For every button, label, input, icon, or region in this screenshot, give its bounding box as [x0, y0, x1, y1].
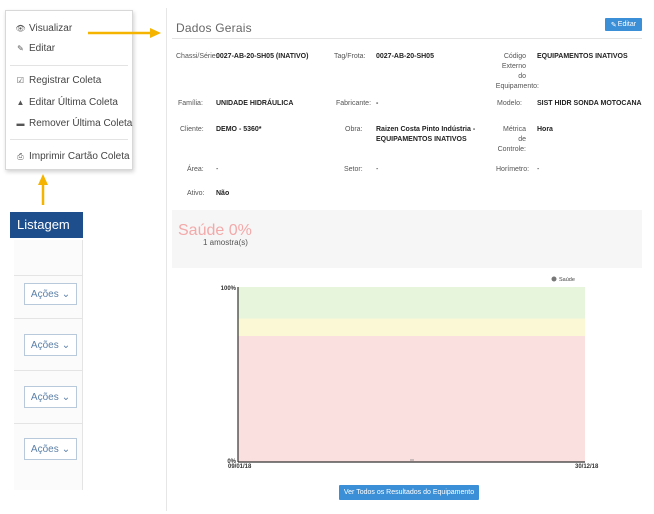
- horimetro-value: -: [537, 166, 540, 173]
- chart-legend-label: Saúde: [559, 277, 575, 283]
- familia-label: Família:: [178, 100, 203, 107]
- print-icon: ⎙: [17, 151, 24, 161]
- listagem-header: Listagem: [10, 212, 83, 238]
- acoes-button[interactable]: Ações ⌄: [24, 438, 77, 460]
- menu-item-remover-ultima-coleta[interactable]: ▬ Remover Última Coleta: [16, 118, 133, 129]
- edit-button-label: Editar: [617, 21, 637, 28]
- edit-icon: ✎: [17, 44, 24, 53]
- chassi-label: Chassi/Série:: [176, 53, 218, 60]
- saude-sample-count: 1 amostra(s): [203, 238, 248, 247]
- eye-icon: 👁: [15, 24, 26, 33]
- horimetro-label: Horímetro:: [496, 166, 530, 173]
- edit-button[interactable]: ✎ Editar: [605, 18, 642, 31]
- menu-item-label: Editar: [29, 43, 56, 54]
- cliente-value: DEMO - 5360*: [216, 126, 262, 133]
- acoes-button[interactable]: Ações ⌄: [24, 386, 77, 408]
- cliente-label: Cliente:: [180, 126, 204, 133]
- acoes-button[interactable]: Ações ⌄: [24, 283, 77, 305]
- menu-item-registrar-coleta[interactable]: ☑ Registrar Coleta: [16, 75, 101, 86]
- menu-item-label: Registrar Coleta: [29, 75, 102, 86]
- ver-todos-resultados-button[interactable]: Ver Todos os Resultados do Equipamento: [339, 485, 479, 500]
- edit-icon: ✎: [610, 21, 617, 29]
- obra-value: Raizen Costa Pinto Indústria - EQUIPAMEN…: [376, 126, 476, 143]
- arrow-head-right: [150, 28, 161, 38]
- minus-square-icon: ▬: [16, 119, 25, 128]
- menu-item-label: Editar Última Coleta: [29, 97, 118, 108]
- saude-chart: 100%0%09/01/18 30/12/18Saúde: [221, 276, 599, 470]
- chevron-down-icon: ⌄: [61, 339, 71, 351]
- fabricante-value: -: [376, 100, 379, 107]
- chevron-down-icon: ⌄: [61, 288, 71, 300]
- acoes-label: Ações: [30, 391, 59, 403]
- setor-value: -: [376, 166, 379, 173]
- chart-legend-marker: [551, 276, 557, 282]
- menu-item-label: Remover Última Coleta: [29, 118, 133, 129]
- menu-item-label: Visualizar: [29, 23, 73, 34]
- warning-icon: ▲: [16, 98, 25, 107]
- menu-divider: [10, 139, 128, 140]
- table-row-divider: [14, 370, 83, 371]
- area-label: Área:: [187, 166, 204, 173]
- setor-label: Setor:: [344, 166, 363, 173]
- codigo-value: EQUIPAMENTOS INATIVOS: [537, 53, 628, 60]
- menu-item-visualizar[interactable]: 👁 Visualizar: [15, 23, 73, 34]
- table-row-divider: [14, 275, 83, 276]
- chassi-value: 0027-AB-20-SH05 (INATIVO): [216, 53, 309, 60]
- modelo-value: SIST HIDR SONDA MOTOCANA: [537, 100, 642, 107]
- menu-divider: [10, 65, 128, 66]
- area-value: -: [216, 166, 219, 173]
- tag-label: Tag/Frota:: [334, 53, 366, 60]
- modelo-label: Modelo:: [497, 100, 522, 107]
- menu-item-editar-ultima-coleta[interactable]: ▲ Editar Última Coleta: [16, 97, 118, 108]
- menu-item-imprimir-cartao-coleta[interactable]: ⎙ Imprimir Cartão Coleta: [16, 151, 130, 162]
- metrica-value: Hora: [537, 126, 553, 133]
- actions-dropdown-menu: 👁 Visualizar ✎ Editar ☑ Registrar Coleta…: [5, 10, 133, 170]
- chevron-down-icon: ⌄: [61, 391, 71, 403]
- chart-x-tick-label: 30/12/18: [575, 464, 599, 470]
- acoes-label: Ações: [30, 339, 59, 351]
- ativo-label: Ativo:: [187, 190, 205, 197]
- acoes-button[interactable]: Ações ⌄: [24, 334, 77, 356]
- fabricante-label: Fabricante:: [336, 100, 372, 107]
- codigo-label: Código Externo do Equipamento:: [495, 53, 539, 90]
- metrica-label: Métrica de Controle:: [497, 126, 526, 153]
- acoes-label: Ações: [30, 288, 59, 300]
- page: 👁 Visualizar ✎ Editar ☑ Registrar Coleta…: [0, 0, 654, 514]
- arrow-head-up: [38, 174, 48, 185]
- chevron-down-icon: ⌄: [61, 443, 71, 455]
- familia-value: UNIDADE HIDRÁULICA: [216, 100, 294, 107]
- table-row-divider: [14, 423, 83, 424]
- title-divider: [172, 38, 642, 39]
- chart-band-2: [238, 336, 585, 462]
- ativo-value: Não: [216, 190, 230, 197]
- menu-item-editar[interactable]: ✎ Editar: [16, 43, 55, 54]
- menu-item-label: Imprimir Cartão Coleta: [29, 151, 130, 162]
- page-title: Dados Gerais: [176, 21, 252, 35]
- chart-band-0: [238, 287, 585, 319]
- chart-band-1: [238, 318, 585, 336]
- chart-x-tick-label: 09/01/18: [228, 464, 252, 470]
- chart-y-tick-label: 100%: [221, 286, 237, 292]
- obra-label: Obra:: [345, 126, 363, 133]
- acoes-label: Ações: [30, 443, 59, 455]
- tag-value: 0027-AB-20-SH05: [376, 53, 434, 60]
- check-square-icon: ☑: [16, 76, 25, 85]
- table-row-divider: [14, 318, 83, 319]
